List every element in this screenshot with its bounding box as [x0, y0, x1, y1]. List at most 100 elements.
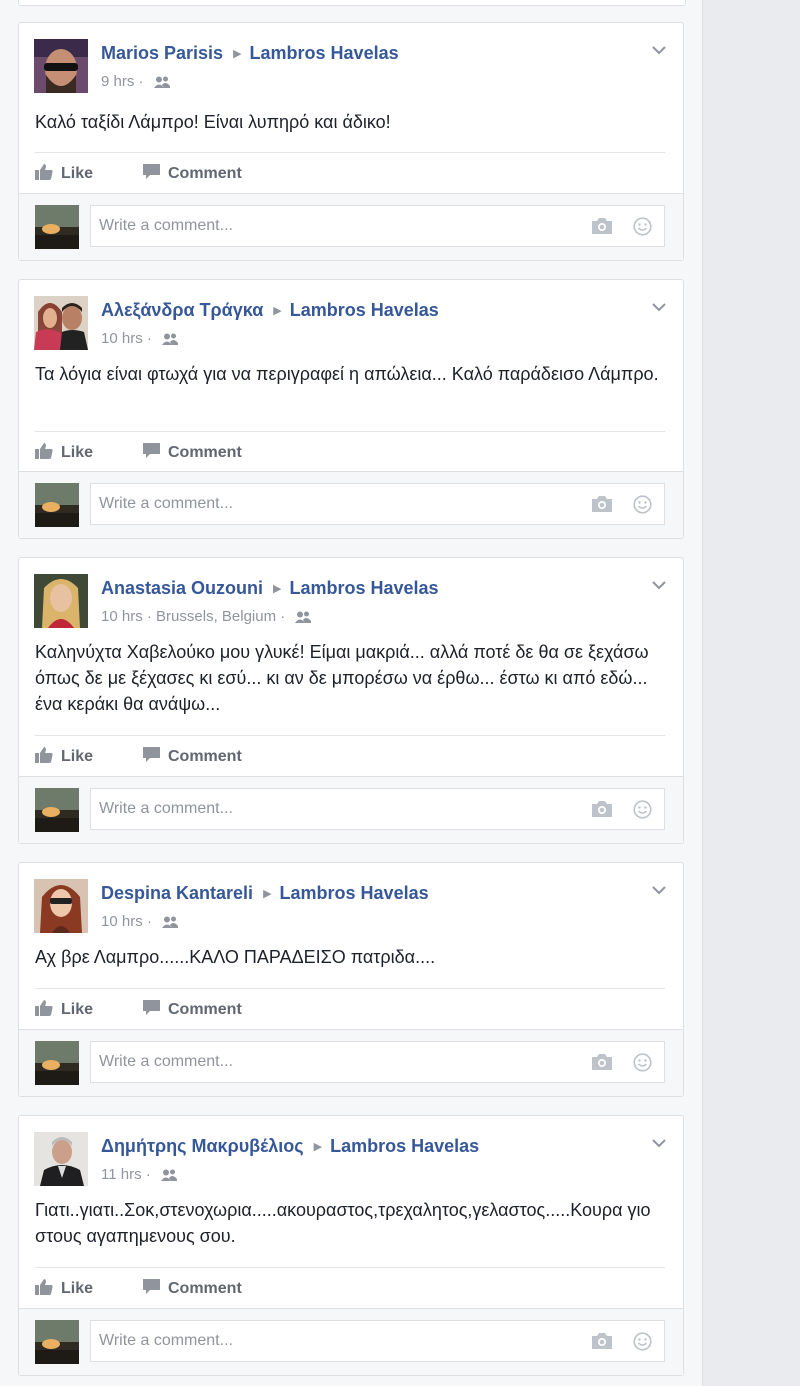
post-meta: 10 hrs · Brussels, Belgium ·: [101, 608, 312, 627]
post-header: Δημήτρης Μακρυβέλιος ▶ Lambros Havelas 11 …: [19, 1116, 683, 1186]
post-meta: 10 hrs ·: [101, 330, 179, 349]
emoji-icon[interactable]: [633, 1053, 652, 1077]
comment-button[interactable]: Comment: [143, 747, 242, 766]
post-meta: 10 hrs ·: [101, 913, 179, 932]
target-name-link[interactable]: Lambros Havelas: [290, 578, 439, 598]
arrow-right-icon: ▶: [273, 305, 282, 317]
current-user-avatar: [35, 1041, 79, 1085]
post-meta: 11 hrs ·: [101, 1166, 177, 1185]
post-title: Αλεξάνδρα Τράγκα ▶ Lambros Havelas: [101, 300, 439, 321]
post-time-link[interactable]: 10 hrs: [101, 913, 143, 930]
author-avatar[interactable]: [34, 296, 88, 350]
target-name-link[interactable]: Lambros Havelas: [250, 43, 399, 63]
like-button[interactable]: Like: [35, 443, 93, 462]
comment-composer: Write a comment...: [19, 1308, 683, 1375]
author-name-link[interactable]: Marios Parisis: [101, 43, 223, 63]
like-label: Like: [61, 1280, 94, 1297]
post-card: Anastasia Ouzouni ▶ Lambros Havelas 10 hrs…: [18, 557, 684, 844]
post-card: Δημήτρης Μακρυβέλιος ▶ Lambros Havelas 11 …: [18, 1115, 684, 1376]
friends-privacy-icon[interactable]: [160, 1168, 177, 1185]
comment-label: Comment: [168, 1280, 242, 1297]
author-avatar[interactable]: [34, 879, 88, 933]
author-name-link[interactable]: Αλεξάνδρα Τράγκα: [101, 300, 263, 320]
author-name-link[interactable]: Anastasia Ouzouni: [101, 578, 263, 598]
friends-privacy-icon[interactable]: [153, 75, 170, 92]
comment-bubble-icon: [143, 164, 160, 179]
author-avatar[interactable]: [34, 574, 88, 628]
chevron-down-icon[interactable]: [651, 300, 667, 312]
author-avatar[interactable]: [34, 39, 88, 93]
comment-input[interactable]: Write a comment...: [90, 788, 665, 830]
post-title: Marios Parisis ▶ Lambros Havelas: [101, 43, 399, 64]
thumbs-up-icon: [35, 1000, 53, 1016]
post-time-link[interactable]: 10 hrs: [101, 608, 143, 625]
arrow-right-icon: ▶: [263, 888, 272, 900]
emoji-icon[interactable]: [633, 217, 652, 241]
comment-button[interactable]: Comment: [143, 164, 242, 183]
like-button[interactable]: Like: [35, 1279, 93, 1298]
author-avatar[interactable]: [34, 1132, 88, 1186]
camera-icon[interactable]: [592, 218, 612, 239]
author-name-link[interactable]: Despina Kantareli: [101, 883, 253, 903]
right-sidebar: [702, 0, 800, 1386]
emoji-icon[interactable]: [633, 1332, 652, 1356]
comment-button[interactable]: Comment: [143, 443, 242, 462]
current-user-avatar: [35, 1320, 79, 1364]
like-label: Like: [61, 748, 94, 765]
target-name-link[interactable]: Lambros Havelas: [280, 883, 429, 903]
post-card: Αλεξάνδρα Τράγκα ▶ Lambros Havelas 10 hrs …: [18, 279, 684, 539]
like-button[interactable]: Like: [35, 164, 93, 183]
post-text: Τα λόγια είναι φτωχά για να περιγραφεί η…: [35, 364, 659, 384]
friends-privacy-icon[interactable]: [162, 332, 179, 349]
post-title: Despina Kantareli ▶ Lambros Havelas: [101, 883, 429, 904]
post-header: Despina Kantareli ▶ Lambros Havelas 10 hrs…: [19, 863, 683, 933]
comment-composer: Write a comment...: [19, 471, 683, 538]
like-button[interactable]: Like: [35, 1000, 93, 1019]
comment-placeholder: Write a comment...: [99, 1053, 233, 1070]
post-text: Καληνύχτα Χαβελούκο μου γλυκέ! Είμαι μακ…: [35, 642, 649, 714]
author-name-link[interactable]: Δημήτρης Μακρυβέλιος: [101, 1136, 304, 1156]
comment-input[interactable]: Write a comment...: [90, 205, 665, 247]
like-button[interactable]: Like: [35, 747, 93, 766]
camera-icon[interactable]: [592, 1333, 612, 1354]
comment-composer: Write a comment...: [19, 1029, 683, 1096]
emoji-icon[interactable]: [633, 495, 652, 519]
comment-placeholder: Write a comment...: [99, 1332, 233, 1349]
post-title: Anastasia Ouzouni ▶ Lambros Havelas: [101, 578, 439, 599]
friends-privacy-icon[interactable]: [295, 610, 312, 627]
current-user-avatar: [35, 483, 79, 527]
chevron-down-icon[interactable]: [651, 1136, 667, 1148]
chevron-down-icon[interactable]: [651, 43, 667, 55]
previous-post-stub: [18, 0, 686, 6]
post-time-link[interactable]: 9 hrs: [101, 73, 134, 90]
post-time-link[interactable]: 11 hrs: [101, 1166, 142, 1183]
camera-icon[interactable]: [592, 496, 612, 517]
post-card: Marios Parisis ▶ Lambros Havelas 9 hrs · Κ…: [18, 22, 684, 261]
target-name-link[interactable]: Lambros Havelas: [330, 1136, 479, 1156]
camera-icon[interactable]: [592, 801, 612, 822]
comment-label: Comment: [168, 444, 242, 461]
comment-button[interactable]: Comment: [143, 1279, 242, 1298]
post-title: Δημήτρης Μακρυβέλιος ▶ Lambros Havelas: [101, 1136, 479, 1157]
comment-input[interactable]: Write a comment...: [90, 1041, 665, 1083]
post-location-link[interactable]: Brussels, Belgium: [156, 608, 276, 625]
comment-input[interactable]: Write a comment...: [90, 1320, 665, 1362]
post-header: Anastasia Ouzouni ▶ Lambros Havelas 10 hrs…: [19, 558, 683, 628]
chevron-down-icon[interactable]: [651, 883, 667, 895]
comment-button[interactable]: Comment: [143, 1000, 242, 1019]
comment-bubble-icon: [143, 1000, 160, 1015]
arrow-right-icon: ▶: [233, 48, 242, 60]
thumbs-up-icon: [35, 1279, 53, 1295]
camera-icon[interactable]: [592, 1054, 612, 1075]
emoji-icon[interactable]: [633, 800, 652, 824]
friends-privacy-icon[interactable]: [162, 915, 179, 932]
post-header: Αλεξάνδρα Τράγκα ▶ Lambros Havelas 10 hrs …: [19, 280, 683, 350]
post-header: Marios Parisis ▶ Lambros Havelas 9 hrs ·: [19, 23, 683, 93]
comment-composer: Write a comment...: [19, 193, 683, 260]
chevron-down-icon[interactable]: [651, 578, 667, 590]
like-label: Like: [61, 444, 94, 461]
comment-bubble-icon: [143, 1279, 160, 1294]
post-time-link[interactable]: 10 hrs: [101, 330, 143, 347]
target-name-link[interactable]: Lambros Havelas: [290, 300, 439, 320]
comment-input[interactable]: Write a comment...: [90, 483, 665, 525]
